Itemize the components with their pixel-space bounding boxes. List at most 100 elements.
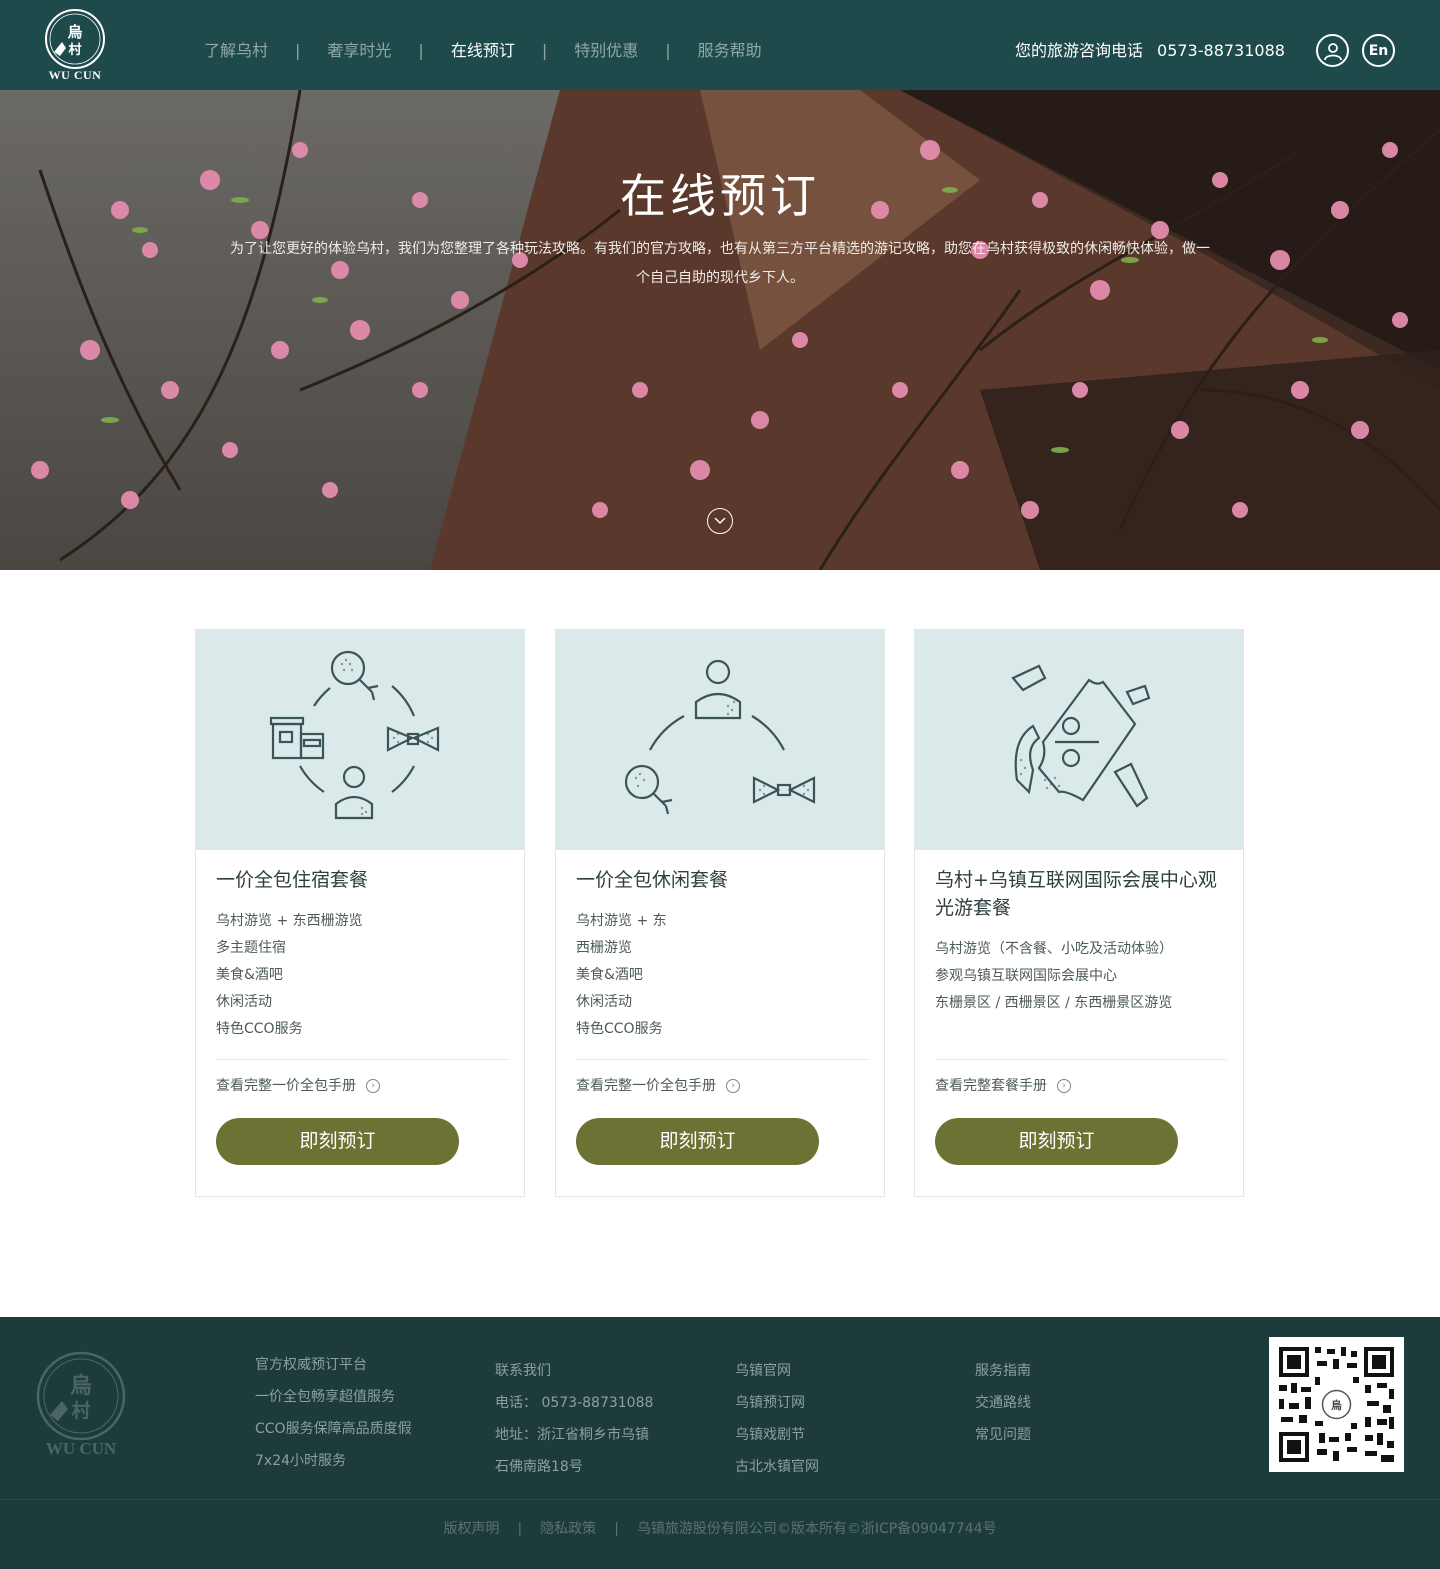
card-feature-item: 美食&酒吧 [216, 967, 283, 983]
hero-banner: 在线预订 为了让您更好的体验乌村，我们为您整理了各种玩法攻略。有我们的官方攻略，… [0, 90, 1440, 570]
chevron-right-icon: › [726, 1079, 740, 1093]
nav-separator: | [541, 41, 548, 60]
nav-item-booking[interactable]: 在线预订 [451, 38, 515, 64]
site-header: 烏 村 WU CUN 了解乌村 | 奢享时光 | 在线预订 | 特别优惠 | 服… [0, 0, 1440, 90]
card-illustration [556, 630, 884, 850]
card-illustration [196, 630, 524, 850]
footer-contact-us-link[interactable]: 联系我们 [495, 1355, 653, 1387]
copyright-link[interactable]: 版权声明 [443, 1521, 499, 1537]
svg-text:村: 村 [68, 42, 81, 58]
card-feature-item: 休闲活动 [216, 994, 272, 1010]
footer-address: 地址：浙江省桐乡市乌镇 [495, 1427, 649, 1443]
card-divider [216, 1059, 508, 1060]
package-card-leisure: 一价全包休闲套餐 乌村游览 + 东 西栅游览 美食&酒吧 休闲活动 特色CCO服… [555, 629, 885, 1197]
legal-separator: | [517, 1521, 523, 1537]
view-handbook-label: 查看完整套餐手册 [935, 1078, 1047, 1094]
book-now-button[interactable]: 即刻预订 [935, 1118, 1178, 1165]
book-now-button[interactable]: 即刻预订 [576, 1118, 819, 1165]
nav-item-about[interactable]: 了解乌村 [204, 38, 268, 64]
card-title: 乌村+乌镇互联网国际会展中心观光游套餐 [935, 869, 1217, 919]
card-feature-item: 休闲活动 [576, 994, 632, 1010]
footer-link-wuzhen-official[interactable]: 乌镇官网 [735, 1355, 819, 1387]
footer-col-contact: 联系我们 电话： 0573-88731088 地址：浙江省桐乡市乌镇 石佛南路1… [495, 1355, 653, 1483]
leisure-cycle-icon [624, 659, 816, 815]
package-card-accommodation: 一价全包住宿套餐 乌村游览 + 东西栅游览 多主题住宿 美食&酒吧 休闲活动 特… [195, 629, 525, 1197]
hotline-number[interactable]: 0573-88731088 [1157, 41, 1285, 60]
user-account-button[interactable] [1316, 34, 1349, 67]
card-divider [935, 1059, 1227, 1060]
nav-separator: | [295, 41, 301, 60]
language-switch-button[interactable]: En [1362, 34, 1395, 67]
view-handbook-link[interactable]: 查看完整一价全包手册 › [216, 1075, 380, 1097]
package-card-sightseeing: 乌村+乌镇互联网国际会展中心观光游套餐 乌村游览（不含餐、小吃及活动体验） 参观… [914, 629, 1244, 1197]
site-footer: 烏 村 WU CUN 官方权威预订平台 一价全包畅享超值服务 CCO服务保障高品… [0, 1317, 1440, 1569]
footer-col-sites: 乌镇官网 乌镇预订网 乌镇戏剧节 古北水镇官网 [735, 1355, 819, 1483]
footer-divider [0, 1499, 1440, 1500]
view-handbook-label: 查看完整一价全包手册 [576, 1078, 716, 1094]
footer-logo-wordmark: WU CUN [45, 1439, 117, 1458]
nav-separator: | [665, 41, 671, 60]
footer-feature-item: 7x24小时服务 [255, 1453, 347, 1469]
card-feature-item: 乌村游览 + 东 [576, 913, 667, 929]
main-nav: 了解乌村 | 奢享时光 | 在线预订 | 特别优惠 | 服务帮助 [204, 38, 762, 64]
card-divider [576, 1059, 868, 1060]
svg-text:村: 村 [71, 1399, 90, 1422]
card-illustration [915, 630, 1243, 850]
svg-text:烏: 烏 [67, 23, 82, 41]
chevron-right-icon: › [1057, 1079, 1071, 1093]
legal-separator: | [614, 1521, 619, 1537]
hero-title: 在线预订 [620, 169, 820, 223]
footer-col-help: 服务指南 交通路线 常见问题 [975, 1355, 1031, 1451]
footer-link-theatre-festival[interactable]: 乌镇戏剧节 [735, 1419, 819, 1451]
card-feature-list: 乌村游览 + 东西栅游览 多主题住宿 美食&酒吧 休闲活动 特色CCO服务 [216, 908, 506, 1043]
footer-phone: 电话： 0573-88731088 [495, 1395, 654, 1411]
view-handbook-link[interactable]: 查看完整套餐手册 › [935, 1075, 1071, 1097]
qr-code-icon: 烏 [1279, 1347, 1394, 1462]
footer-link-gubei[interactable]: 古北水镇官网 [735, 1451, 819, 1483]
view-handbook-label: 查看完整一价全包手册 [216, 1078, 356, 1094]
card-feature-item: 美食&酒吧 [576, 967, 643, 983]
footer-link-faq[interactable]: 常见问题 [975, 1419, 1031, 1451]
card-feature-list: 乌村游览（不含餐、小吃及活动体验） 参观乌镇互联网国际会展中心 东栅景区 / 西… [935, 936, 1225, 1017]
card-feature-item: 西栅游览 [576, 940, 632, 956]
svg-text:烏: 烏 [70, 1373, 92, 1399]
chevron-right-icon: › [366, 1079, 380, 1093]
hotline: 您的旅游咨询电话 0573-88731088 [1015, 38, 1285, 64]
footer-legal: 版权声明 | 隐私政策 | 乌镇旅游股份有限公司©版本所有©浙ICP备09047744号 [0, 1517, 1440, 1541]
footer-link-transport[interactable]: 交通路线 [975, 1387, 1031, 1419]
card-feature-item: 多主题住宿 [216, 940, 286, 956]
footer-logo[interactable]: 烏 村 WU CUN [36, 1351, 126, 1461]
scroll-down-button[interactable] [707, 508, 733, 534]
book-now-button[interactable]: 即刻预订 [216, 1118, 459, 1165]
footer-feature-item: 一价全包畅享超值服务 [255, 1389, 395, 1405]
view-handbook-link[interactable]: 查看完整一价全包手册 › [576, 1075, 740, 1097]
ticket-icon [1011, 664, 1151, 808]
privacy-link[interactable]: 隐私政策 [540, 1521, 596, 1537]
nav-item-offers[interactable]: 特别优惠 [574, 38, 638, 64]
logo-emblem-icon: 烏 村 [36, 1351, 126, 1441]
company-copyright: 乌镇旅游股份有限公司©版本所有©浙ICP备09047744号 [636, 1521, 997, 1537]
footer-link-wuzhen-booking[interactable]: 乌镇预订网 [735, 1387, 819, 1419]
user-icon [1323, 42, 1342, 60]
card-title: 一价全包住宿套餐 [216, 869, 369, 891]
card-feature-item: 乌村游览（不含餐、小吃及活动体验） [935, 941, 1173, 957]
wucun-logo[interactable]: 烏 村 WU CUN [44, 8, 106, 84]
nav-separator: | [418, 41, 424, 60]
nav-item-help[interactable]: 服务帮助 [698, 38, 762, 64]
svg-text:烏: 烏 [1331, 1398, 1342, 1412]
hotline-label: 您的旅游咨询电话 [1015, 41, 1144, 60]
qr-code: 烏 [1269, 1337, 1404, 1472]
nav-item-luxury[interactable]: 奢享时光 [327, 38, 391, 64]
card-feature-item: 特色CCO服务 [216, 1021, 303, 1037]
hero-description: 为了让您更好的体验乌村，我们为您整理了各种玩法攻略。有我们的官方攻略，也有从第三… [230, 241, 1210, 286]
card-feature-item: 乌村游览 + 东西栅游览 [216, 913, 363, 929]
logo-emblem-icon: 烏 村 [45, 9, 105, 69]
footer-col-features: 官方权威预订平台 一价全包畅享超值服务 CCO服务保障高品质度假 7x24小时服… [255, 1349, 412, 1477]
footer-link-service-guide[interactable]: 服务指南 [975, 1355, 1031, 1387]
footer-feature-item: 官方权威预订平台 [255, 1357, 367, 1373]
package-cycle-icon [269, 650, 440, 820]
footer-feature-item: CCO服务保障高品质度假 [255, 1421, 412, 1437]
chevron-down-icon [714, 517, 726, 525]
footer-address-line2: 石佛南路18号 [495, 1459, 583, 1475]
logo-wordmark: WU CUN [48, 68, 102, 82]
